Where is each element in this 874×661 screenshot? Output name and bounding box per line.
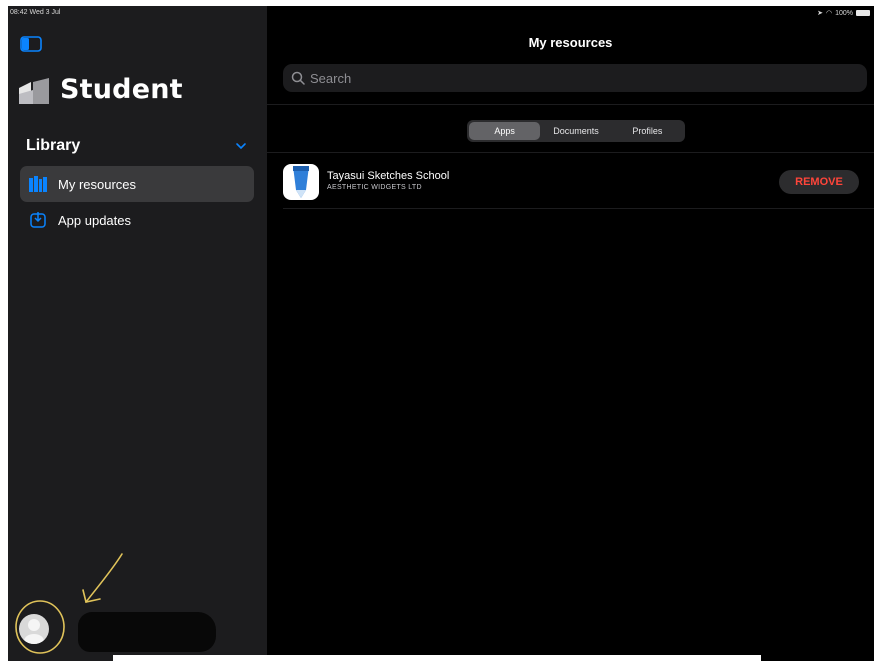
app-developer: AESTHETIC WIDGETS LTD	[327, 184, 422, 191]
segmented-control: Apps Documents Profiles	[467, 120, 685, 142]
app-name: Tayasui Sketches School	[327, 170, 450, 182]
battery-percent: 100%	[835, 9, 853, 17]
sidebar-item-app-updates[interactable]: App updates	[20, 202, 254, 238]
page-title: My resources	[528, 35, 613, 50]
sidebar-item-label: My resources	[58, 176, 137, 192]
app-logo-icon	[19, 78, 49, 104]
sidebar-item-label: App updates	[58, 212, 132, 228]
status-time: 08:42 Wed 3 Jul	[10, 9, 61, 16]
annotation-arrow-icon	[82, 553, 123, 603]
app-updates-icon	[28, 210, 48, 230]
segment-documents[interactable]: Documents	[540, 122, 611, 140]
resources-icon	[28, 174, 48, 194]
divider	[283, 208, 874, 209]
remove-button[interactable]: REMOVE	[779, 170, 859, 194]
annotation-circle	[15, 600, 65, 654]
location-icon: ➤	[817, 10, 823, 17]
app-name: Student	[60, 74, 183, 105]
main-panel: My resources Apps Documents Profiles	[267, 6, 874, 661]
sidebar-toggle-icon[interactable]	[20, 36, 42, 52]
redacted-username	[78, 612, 216, 652]
divider	[267, 104, 874, 105]
search-input[interactable]	[310, 70, 850, 86]
home-indicator[interactable]	[113, 655, 761, 661]
divider	[267, 152, 874, 153]
segment-apps[interactable]: Apps	[469, 122, 541, 140]
app-icon-tayasui	[283, 164, 319, 200]
segment-profiles[interactable]: Profiles	[612, 122, 683, 140]
sidebar: Student Library My resources App updates	[8, 6, 267, 661]
battery-icon	[856, 10, 870, 16]
status-indicators: ➤ ◠ 100%	[817, 9, 870, 17]
wifi-icon: ◠	[825, 10, 833, 17]
search-bar[interactable]	[283, 64, 867, 92]
chevron-down-icon[interactable]	[235, 140, 247, 152]
library-heading[interactable]: Library	[26, 137, 80, 155]
search-icon	[291, 71, 305, 85]
list-item[interactable]: Tayasui Sketches School AESTHETIC WIDGET…	[283, 164, 873, 204]
status-bar: 08:42 Wed 3 Jul ➤ ◠ 100%	[8, 6, 874, 20]
screen: 08:42 Wed 3 Jul ➤ ◠ 100% Student Library	[8, 6, 874, 661]
sidebar-item-my-resources[interactable]: My resources	[20, 166, 254, 202]
